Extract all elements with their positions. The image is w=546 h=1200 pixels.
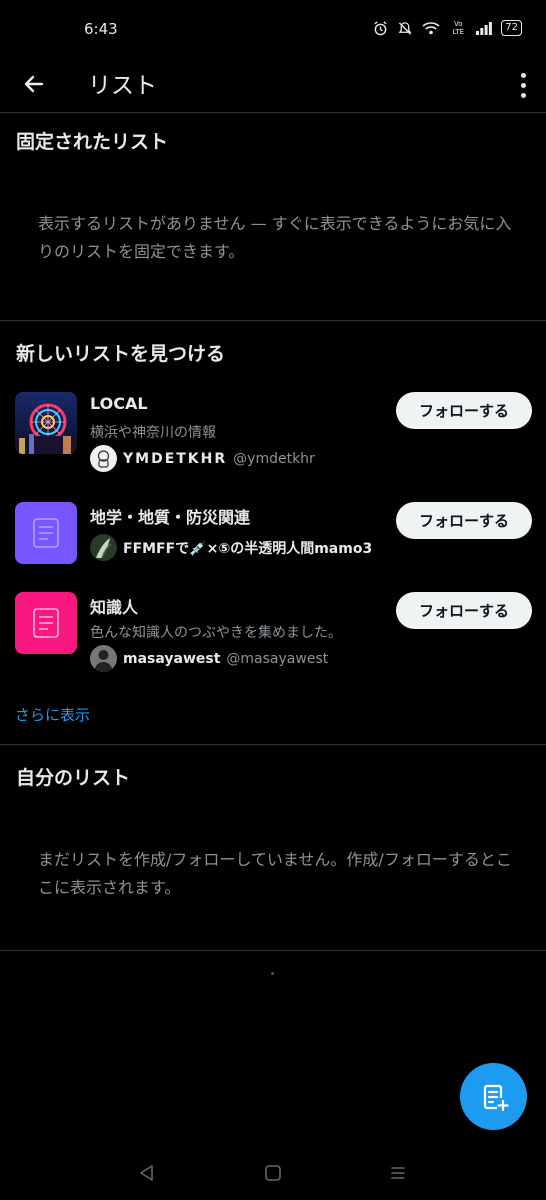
top-app-bar: リスト [0, 60, 546, 113]
list-owner: masayawest @masayawest [90, 645, 328, 672]
owner-name: YMDETKHR [123, 450, 228, 467]
pinned-lists-empty-text: 表示するリストがありません — すぐに表示できるようにお気に入りのリストを固定で… [38, 214, 512, 261]
volte-label: Vo LTE [452, 20, 465, 36]
list-icon [33, 608, 59, 638]
owner-avatar [90, 534, 117, 561]
status-bar: 6:43 Vo LTE 72 [0, 0, 546, 60]
list-item-local[interactable]: LOCAL 横浜や神奈川の情報 YMDETKHR @ymdetkhr フォローす… [0, 392, 546, 472]
list-owner: FFMFFで💉×⑤の半透明人間mamo3 [90, 534, 372, 561]
list-name: 知識人 [90, 598, 139, 617]
new-list-button[interactable] [460, 1063, 527, 1130]
list-owner: YMDETKHR @ymdetkhr [90, 445, 315, 472]
new-list-icon [483, 1084, 509, 1111]
discover-lists-title: 新しいリストを見つける [16, 343, 226, 365]
mute-icon [397, 21, 413, 36]
owner-name: masayawest [123, 650, 221, 667]
list-description: 色んな知識人のつぶやきを集めました。 [90, 625, 342, 641]
list-item-geology[interactable]: 地学・地質・防災関連 FFMFFで💉×⑤の半透明人間mamo3 フォローする [0, 502, 546, 582]
owner-avatar [90, 645, 117, 672]
follow-button[interactable]: フォローする [396, 502, 532, 539]
back-arrow-icon[interactable] [18, 68, 50, 100]
list-item-intellectuals[interactable]: 知識人 色んな知識人のつぶやきを集めました。 masayawest @masay… [0, 592, 546, 672]
owner-handle: @masayawest [226, 650, 329, 667]
owner-handle: @ymdetkhr [233, 450, 315, 467]
wifi-icon [422, 21, 440, 35]
more-options-icon[interactable] [516, 68, 530, 102]
owner-avatar [90, 445, 117, 472]
battery-icon: 72 [501, 20, 522, 36]
list-name: 地学・地質・防災関連 [90, 508, 251, 527]
loading-indicator [271, 972, 274, 975]
owner-name: FFMFFで💉×⑤の半透明人間mamo3 [123, 540, 373, 557]
discover-lists-section: 新しいリストを見つける LOCAL 横浜や神奈川の情報 YMDETKHR @ym… [0, 321, 546, 745]
status-icons: Vo LTE 72 [373, 20, 522, 36]
my-lists-section: 自分のリスト まだリストを作成/フォローしていません。作成/フォローするとここに… [0, 745, 546, 951]
nav-back-icon[interactable] [135, 1162, 157, 1184]
list-thumbnail-photo [15, 392, 77, 454]
my-lists-empty-text: まだリストを作成/フォローしていません。作成/フォローするとここに表示されます。 [38, 850, 512, 897]
follow-button[interactable]: フォローする [396, 592, 532, 629]
list-thumbnail [15, 592, 77, 654]
pinned-lists-title: 固定されたリスト [16, 131, 169, 153]
nav-recents-icon[interactable] [387, 1162, 409, 1184]
page-title: リスト [88, 73, 157, 99]
status-time: 6:43 [84, 20, 118, 38]
list-thumbnail [15, 502, 77, 564]
pinned-lists-section: 固定されたリスト 表示するリストがありません — すぐに表示できるようにお気に入… [0, 113, 546, 321]
my-lists-title: 自分のリスト [16, 767, 131, 789]
signal-icon [476, 21, 493, 35]
list-icon [33, 518, 59, 548]
list-name: LOCAL [90, 394, 148, 413]
alarm-icon [373, 20, 388, 36]
show-more-link[interactable]: さらに表示 [15, 704, 90, 725]
follow-button[interactable]: フォローする [396, 392, 532, 429]
list-description: 横浜や神奈川の情報 [90, 425, 216, 441]
nav-home-icon[interactable] [262, 1162, 284, 1184]
system-navigation-bar [0, 1150, 546, 1200]
